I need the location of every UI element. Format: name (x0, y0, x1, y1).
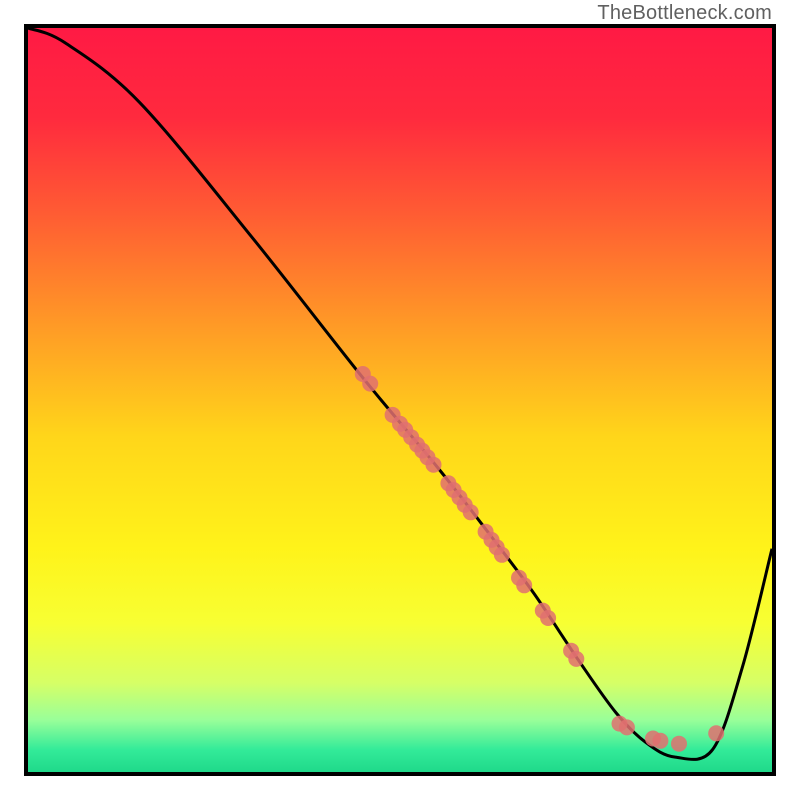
chart-svg (28, 28, 772, 772)
data-point (619, 719, 635, 735)
bottleneck-curve-line (28, 28, 772, 759)
data-point (652, 733, 668, 749)
data-markers-group (355, 366, 724, 752)
data-point (671, 736, 687, 752)
data-point (708, 725, 724, 741)
data-point (426, 457, 442, 473)
data-point (516, 577, 532, 593)
data-point (540, 610, 556, 626)
chart-frame: TheBottleneck.com (0, 0, 800, 800)
data-point (568, 651, 584, 667)
data-point (362, 376, 378, 392)
data-point (494, 547, 510, 563)
data-point (463, 504, 479, 520)
plot-area (24, 24, 776, 776)
watermark-text: TheBottleneck.com (597, 2, 772, 25)
